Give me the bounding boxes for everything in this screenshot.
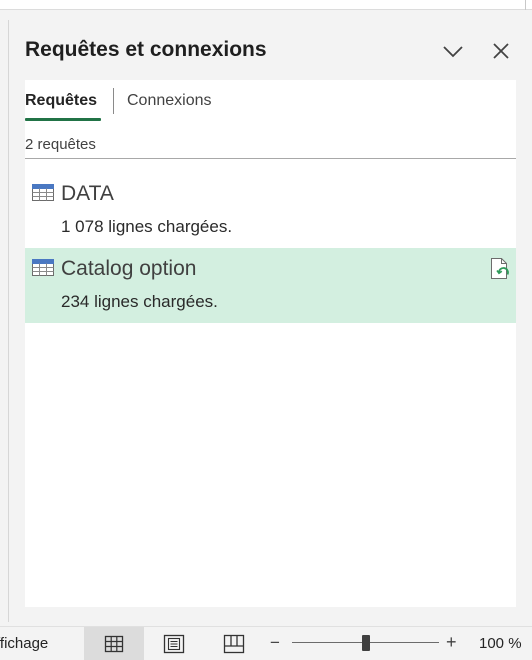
normal-view-button[interactable] bbox=[84, 627, 144, 660]
close-pane-button[interactable] bbox=[488, 38, 514, 64]
queries-count: 2 requêtes bbox=[25, 136, 96, 153]
top-strip-edge bbox=[525, 0, 526, 10]
window-top-strip bbox=[0, 0, 532, 10]
tab-connections[interactable]: Connexions bbox=[127, 92, 212, 110]
close-icon bbox=[493, 43, 509, 59]
query-name: DATA bbox=[61, 182, 114, 205]
tab-bar: Requêtes Connexions bbox=[25, 88, 516, 124]
tab-queries[interactable]: Requêtes bbox=[25, 92, 97, 110]
query-name: Catalog option bbox=[61, 257, 197, 280]
query-item-catalog-option[interactable]: Catalog option 234 lignes chargées. bbox=[25, 248, 516, 323]
table-icon bbox=[32, 259, 54, 276]
status-bar: ffichage − + 100 % bbox=[0, 626, 532, 660]
zoom-out-button[interactable]: − bbox=[270, 633, 280, 653]
pane-options-button[interactable] bbox=[440, 38, 466, 64]
page-break-view-button[interactable] bbox=[204, 627, 264, 660]
chevron-down-icon bbox=[443, 46, 463, 58]
pane-divider[interactable] bbox=[8, 20, 9, 622]
query-item-data[interactable]: DATA 1 078 lignes chargées. bbox=[25, 173, 516, 248]
tab-separator bbox=[113, 88, 114, 114]
zoom-level[interactable]: 100 % bbox=[479, 635, 522, 652]
query-status: 1 078 lignes chargées. bbox=[61, 217, 233, 236]
zoom-in-button[interactable]: + bbox=[446, 632, 457, 653]
queries-panel: Requêtes Connexions 2 requêtes DATA 1 07… bbox=[25, 80, 516, 607]
status-display-settings[interactable]: ffichage bbox=[0, 635, 48, 652]
table-icon bbox=[32, 184, 54, 201]
zoom-slider-thumb[interactable] bbox=[362, 635, 370, 651]
page-break-icon bbox=[223, 634, 245, 653]
page-layout-icon bbox=[163, 634, 185, 653]
count-divider bbox=[25, 158, 516, 159]
pane-title: Requêtes et connexions bbox=[25, 38, 267, 61]
active-tab-indicator bbox=[25, 118, 101, 121]
grid-view-icon bbox=[104, 635, 124, 652]
page-layout-view-button[interactable] bbox=[144, 627, 204, 660]
query-status: 234 lignes chargées. bbox=[61, 292, 218, 311]
refresh-document-icon[interactable] bbox=[489, 257, 511, 281]
